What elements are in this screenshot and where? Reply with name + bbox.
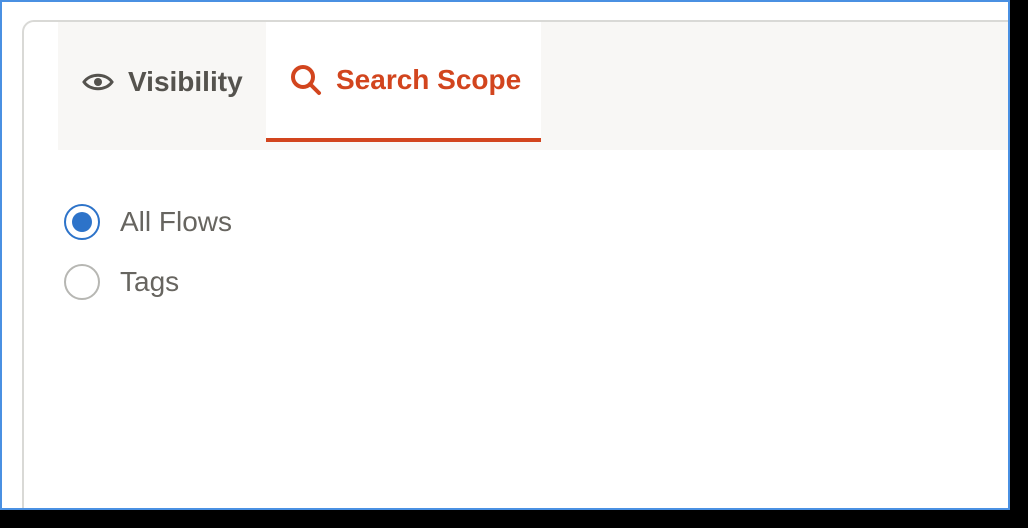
search-icon — [290, 64, 322, 96]
screenshot-frame: Visibility Search Scope All Flows Tags — [0, 0, 1010, 510]
radio-label-all-flows: All Flows — [120, 206, 233, 237]
radio-button-all-flows[interactable] — [64, 204, 100, 240]
tab-bar: Visibility Search Scope — [58, 22, 1008, 150]
settings-panel: Visibility Search Scope All Flows Tags — [22, 20, 1008, 508]
eye-icon — [82, 72, 114, 92]
tab-visibility-label: Visibility — [128, 66, 243, 97]
radio-label-tags: Tags — [120, 266, 180, 297]
tab-visibility[interactable]: Visibility — [82, 22, 267, 142]
tab-search-scope-label: Search Scope — [336, 64, 522, 95]
radio-option-all-flows[interactable]: All Flows — [64, 202, 232, 242]
tab-search-scope[interactable]: Search Scope — [266, 22, 541, 142]
radio-button-tags[interactable] — [64, 264, 100, 300]
search-scope-options: All Flows Tags — [64, 202, 232, 322]
radio-option-tags[interactable]: Tags — [64, 262, 232, 302]
